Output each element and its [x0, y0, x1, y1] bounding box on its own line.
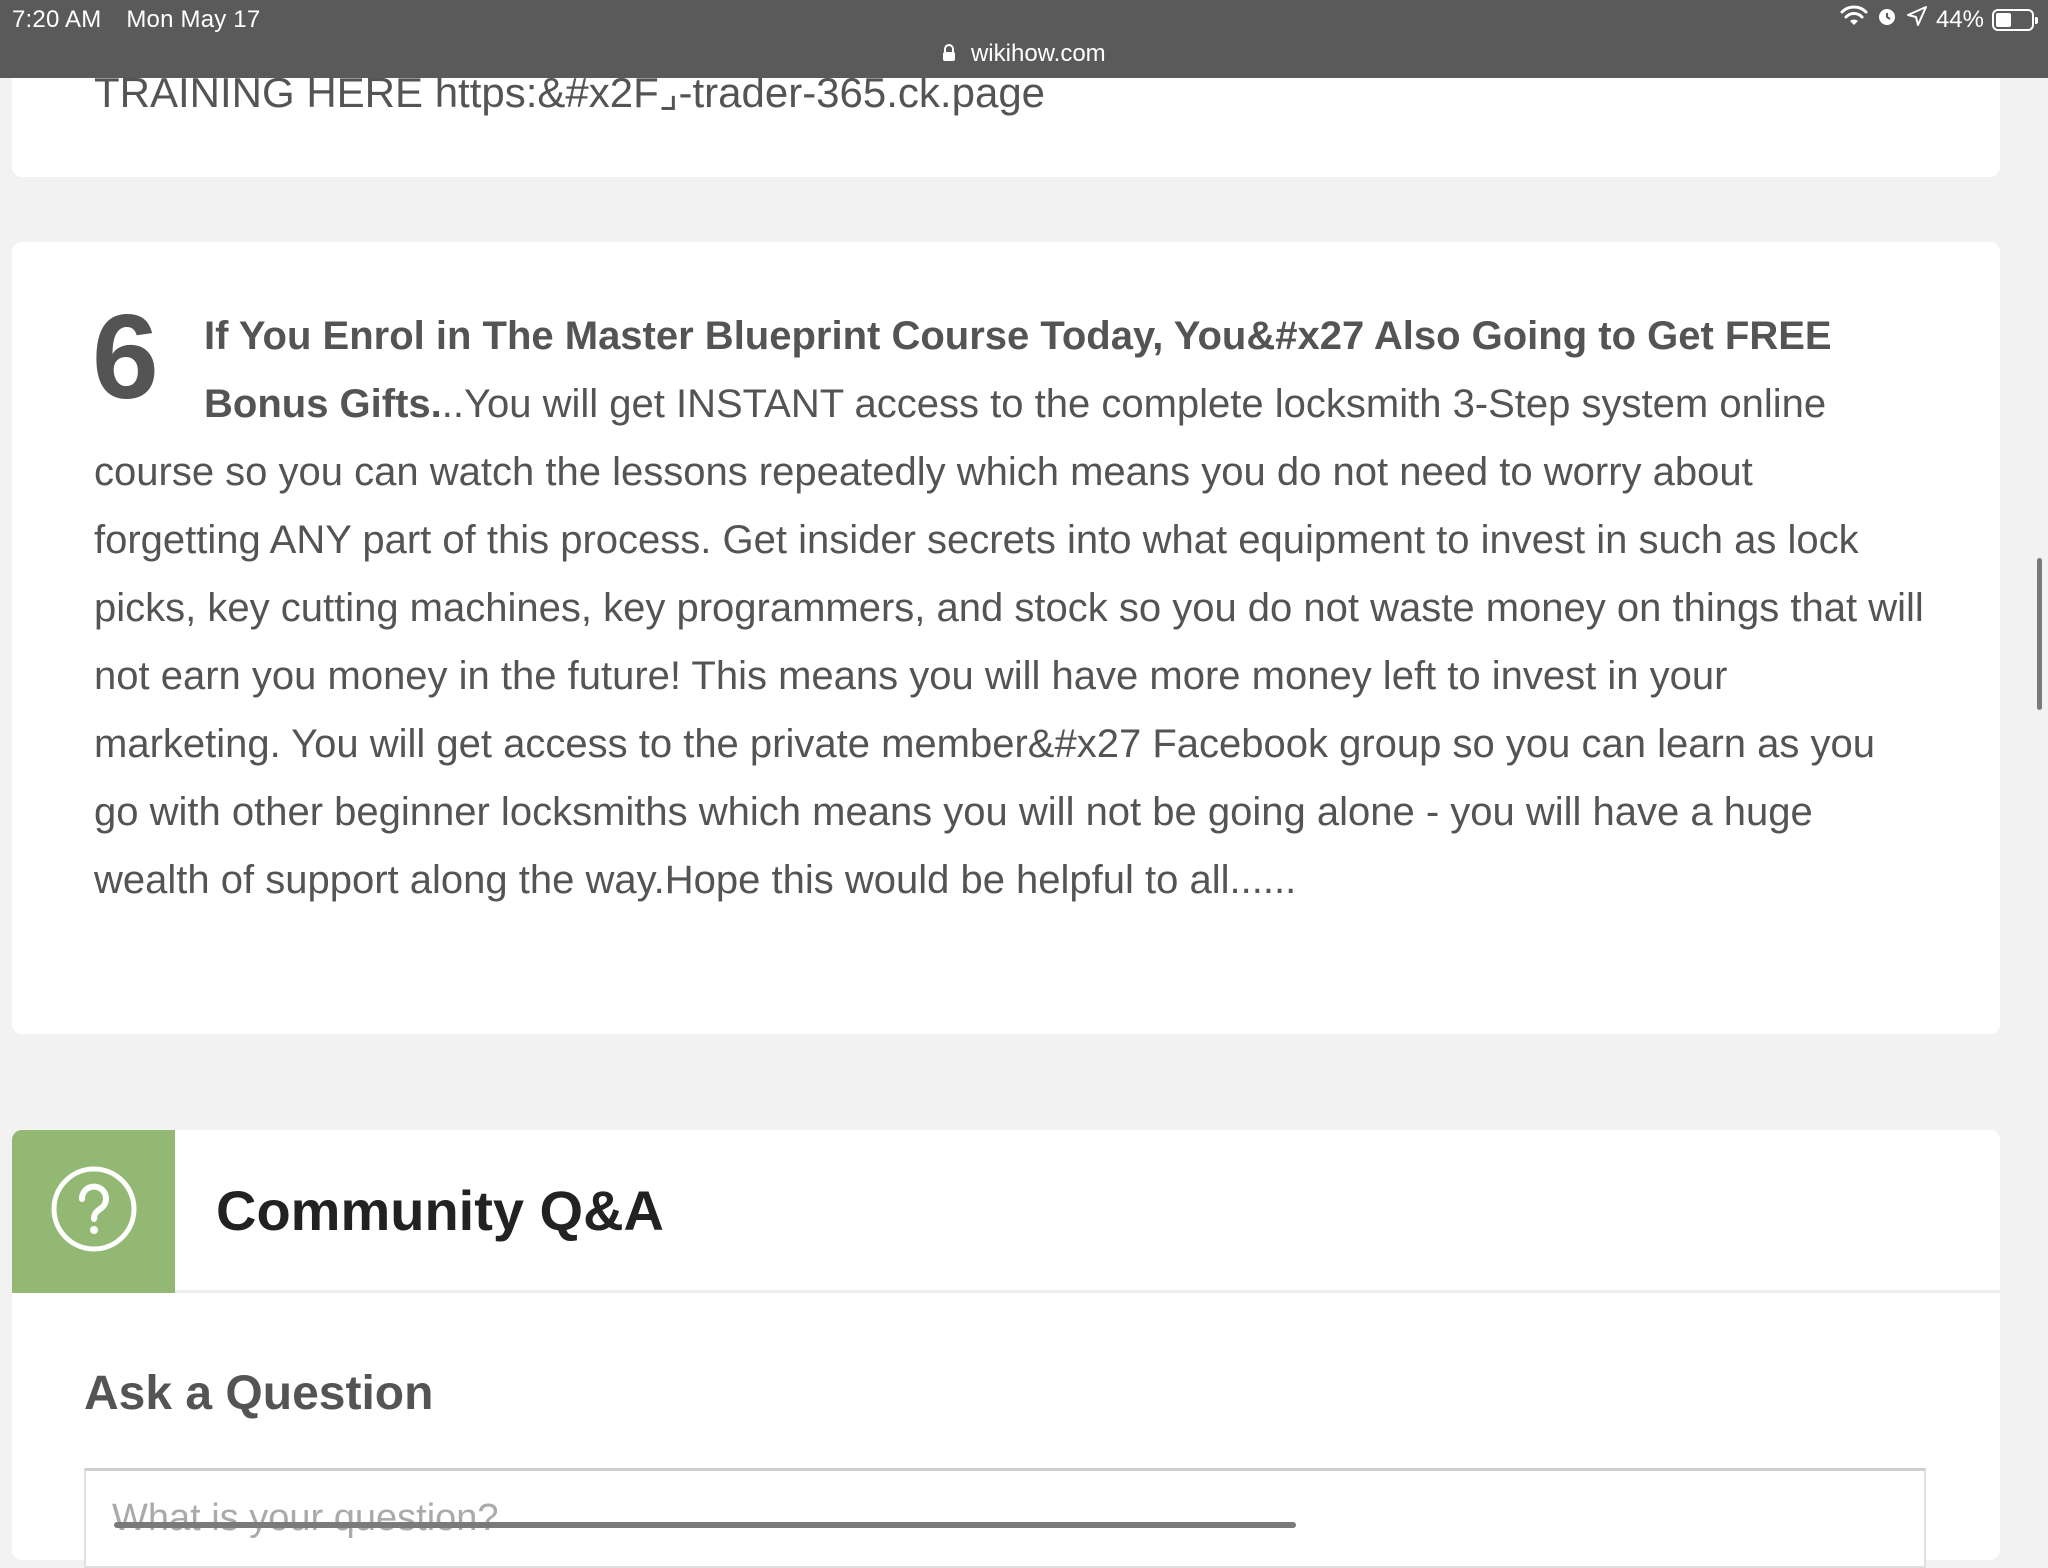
status-bar: 7:20 AM Mon May 17 44% wikihow.com — [0, 0, 2048, 78]
divider — [175, 1290, 2000, 1293]
url-text: wikihow.com — [970, 40, 1106, 67]
battery-icon — [1992, 8, 2038, 31]
battery-percent: 44% — [1935, 5, 1984, 33]
horizontal-scrollbar[interactable] — [114, 1522, 1296, 1528]
community-qa-section: Community Q&A Ask a Question — [12, 1130, 2000, 1568]
location-arrow-icon — [1906, 5, 1928, 34]
qa-icon-box — [12, 1130, 175, 1293]
alarm-icon — [1876, 5, 1898, 34]
lock-icon — [942, 41, 956, 69]
step-card: 6 If You Enrol in The Master Blueprint C… — [12, 242, 2000, 1034]
ask-question-heading: Ask a Question — [84, 1367, 434, 1420]
question-input[interactable] — [84, 1468, 1926, 1568]
status-left: 7:20 AM Mon May 17 — [12, 6, 278, 34]
vertical-scrollbar[interactable] — [2037, 558, 2042, 710]
status-date: Mon May 17 — [126, 6, 261, 33]
status-right: 44% — [1840, 5, 2038, 34]
step-text: ..You will get INSTANT access to the com… — [94, 382, 1924, 902]
step-body: If You Enrol in The Master Blueprint Cou… — [94, 302, 1924, 914]
question-circle-icon — [49, 1164, 139, 1259]
url-bar[interactable]: wikihow.com — [0, 40, 2048, 69]
qa-title: Community Q&A — [216, 1179, 664, 1242]
wifi-icon — [1840, 5, 1868, 34]
status-time: 7:20 AM — [12, 6, 102, 33]
